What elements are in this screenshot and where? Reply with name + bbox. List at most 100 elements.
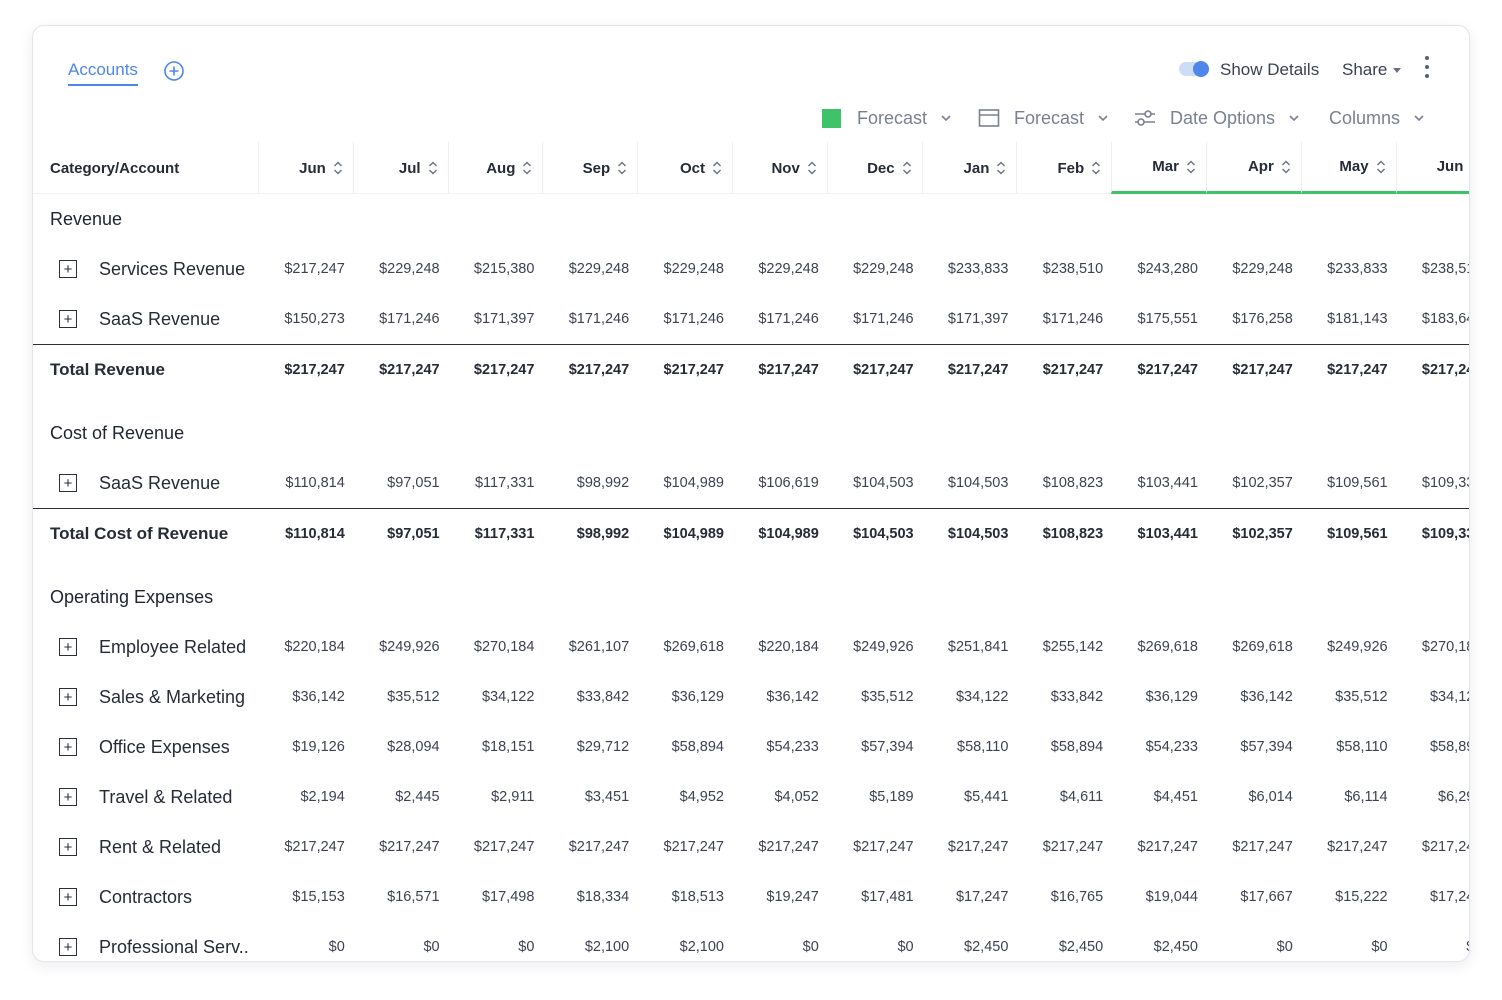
value-cell[interactable]: $35,512 [1301, 672, 1396, 722]
value-cell[interactable]: $2,100 [542, 922, 637, 961]
value-cell[interactable]: $97,051 [353, 458, 448, 508]
value-cell[interactable]: $176,258 [1206, 294, 1301, 344]
value-cell[interactable]: $270,184 [448, 622, 543, 672]
value-cell[interactable]: $217,247 [258, 244, 353, 294]
show-details-toggle[interactable] [1179, 61, 1209, 77]
value-cell[interactable]: $18,151 [448, 722, 543, 772]
tab-accounts[interactable]: Accounts [68, 60, 138, 86]
value-cell[interactable]: $19,247 [732, 872, 827, 922]
value-cell[interactable]: $28,094 [353, 722, 448, 772]
value-cell[interactable]: $58,894 [1016, 722, 1111, 772]
value-cell[interactable]: $217,247 [922, 345, 1017, 395]
value-cell[interactable]: $215,380 [448, 244, 543, 294]
value-cell[interactable]: $98,992 [542, 509, 637, 559]
value-cell[interactable]: $110,814 [258, 458, 353, 508]
value-cell[interactable]: $0 [1301, 922, 1396, 961]
value-cell[interactable]: $171,246 [827, 294, 922, 344]
value-cell[interactable]: $104,503 [827, 458, 922, 508]
value-cell[interactable]: $2,445 [353, 772, 448, 822]
value-cell[interactable]: $181,143 [1301, 294, 1396, 344]
value-cell[interactable]: $217,247 [1111, 345, 1206, 395]
expand-plus-icon[interactable]: + [59, 788, 77, 806]
value-cell[interactable]: $104,989 [637, 458, 732, 508]
value-cell[interactable]: $17,667 [1206, 872, 1301, 922]
value-cell[interactable]: $217,247 [1396, 345, 1469, 395]
value-cell[interactable]: $3,451 [542, 772, 637, 822]
value-cell[interactable]: $34,122 [448, 672, 543, 722]
value-cell[interactable]: $217,247 [827, 345, 922, 395]
expand-plus-icon[interactable]: + [59, 738, 77, 756]
value-cell[interactable]: $36,129 [637, 672, 732, 722]
value-cell[interactable]: $54,233 [1111, 722, 1206, 772]
value-cell[interactable]: $217,247 [258, 345, 353, 395]
value-cell[interactable]: $104,989 [637, 509, 732, 559]
value-cell[interactable]: $117,331 [448, 458, 543, 508]
value-cell[interactable]: $57,394 [827, 722, 922, 772]
value-cell[interactable]: $2,100 [637, 922, 732, 961]
date-options-select[interactable]: Date Options [1134, 106, 1301, 130]
value-cell[interactable]: $108,823 [1016, 509, 1111, 559]
value-cell[interactable]: $217,247 [353, 822, 448, 872]
value-cell[interactable]: $251,841 [922, 622, 1017, 672]
value-cell[interactable]: $171,246 [732, 294, 827, 344]
column-header-mar[interactable]: Mar [1111, 142, 1206, 194]
column-header-jun[interactable]: Jun [258, 142, 353, 194]
value-cell[interactable]: $109,335 [1396, 458, 1469, 508]
value-cell[interactable]: $261,107 [542, 622, 637, 672]
value-cell[interactable]: $16,571 [353, 872, 448, 922]
expand-plus-icon[interactable]: + [59, 838, 77, 856]
value-cell[interactable]: $217,247 [827, 822, 922, 872]
more-options-icon[interactable] [1419, 56, 1435, 82]
scenario-select[interactable]: Forecast [822, 106, 953, 130]
value-cell[interactable]: $217,247 [1016, 345, 1111, 395]
value-cell[interactable]: $54,233 [732, 722, 827, 772]
value-cell[interactable]: $217,247 [732, 345, 827, 395]
value-cell[interactable]: $269,618 [1206, 622, 1301, 672]
value-cell[interactable]: $171,246 [1016, 294, 1111, 344]
value-cell[interactable]: $15,153 [258, 872, 353, 922]
value-cell[interactable]: $117,331 [448, 509, 543, 559]
value-cell[interactable]: $5,441 [922, 772, 1017, 822]
value-cell[interactable]: $2,450 [1111, 922, 1206, 961]
value-cell[interactable]: $171,246 [542, 294, 637, 344]
value-cell[interactable]: $104,989 [732, 509, 827, 559]
value-cell[interactable]: $6,291 [1396, 772, 1469, 822]
value-cell[interactable]: $249,926 [827, 622, 922, 672]
value-cell[interactable]: $57,394 [1206, 722, 1301, 772]
value-cell[interactable]: $243,280 [1111, 244, 1206, 294]
value-cell[interactable]: $217,247 [637, 822, 732, 872]
value-cell[interactable]: $58,110 [922, 722, 1017, 772]
value-cell[interactable]: $171,246 [353, 294, 448, 344]
value-cell[interactable]: $17,247 [922, 872, 1017, 922]
value-cell[interactable]: $33,842 [542, 672, 637, 722]
value-cell[interactable]: $171,397 [922, 294, 1017, 344]
value-cell[interactable]: $220,184 [258, 622, 353, 672]
value-cell[interactable]: $34,122 [922, 672, 1017, 722]
value-cell[interactable]: $217,247 [1016, 822, 1111, 872]
expand-plus-icon[interactable]: + [59, 688, 77, 706]
column-header-may[interactable]: May [1300, 142, 1396, 194]
value-cell[interactable]: $249,926 [353, 622, 448, 672]
value-cell[interactable]: $217,247 [258, 822, 353, 872]
columns-select[interactable]: Columns [1329, 106, 1426, 130]
value-cell[interactable]: $33,842 [1016, 672, 1111, 722]
value-cell[interactable]: $0 [1206, 922, 1301, 961]
value-cell[interactable]: $17,247 [1396, 872, 1469, 922]
value-cell[interactable]: $217,247 [1396, 822, 1469, 872]
value-cell[interactable]: $19,126 [258, 722, 353, 772]
expand-plus-icon[interactable]: + [59, 638, 77, 656]
value-cell[interactable]: $29,712 [542, 722, 637, 772]
value-cell[interactable]: $269,618 [637, 622, 732, 672]
value-cell[interactable]: $104,503 [827, 509, 922, 559]
column-header-nov[interactable]: Nov [732, 142, 827, 194]
value-cell[interactable]: $229,248 [827, 244, 922, 294]
value-cell[interactable]: $217,247 [1301, 345, 1396, 395]
value-cell[interactable]: $249,926 [1301, 622, 1396, 672]
value-cell[interactable]: $58,894 [1396, 722, 1469, 772]
value-cell[interactable]: $0 [827, 922, 922, 961]
column-header-dec[interactable]: Dec [826, 142, 922, 194]
value-cell[interactable]: $16,765 [1016, 872, 1111, 922]
value-cell[interactable]: $217,247 [637, 345, 732, 395]
expand-plus-icon[interactable]: + [59, 310, 77, 328]
value-cell[interactable]: $109,335 [1396, 509, 1469, 559]
